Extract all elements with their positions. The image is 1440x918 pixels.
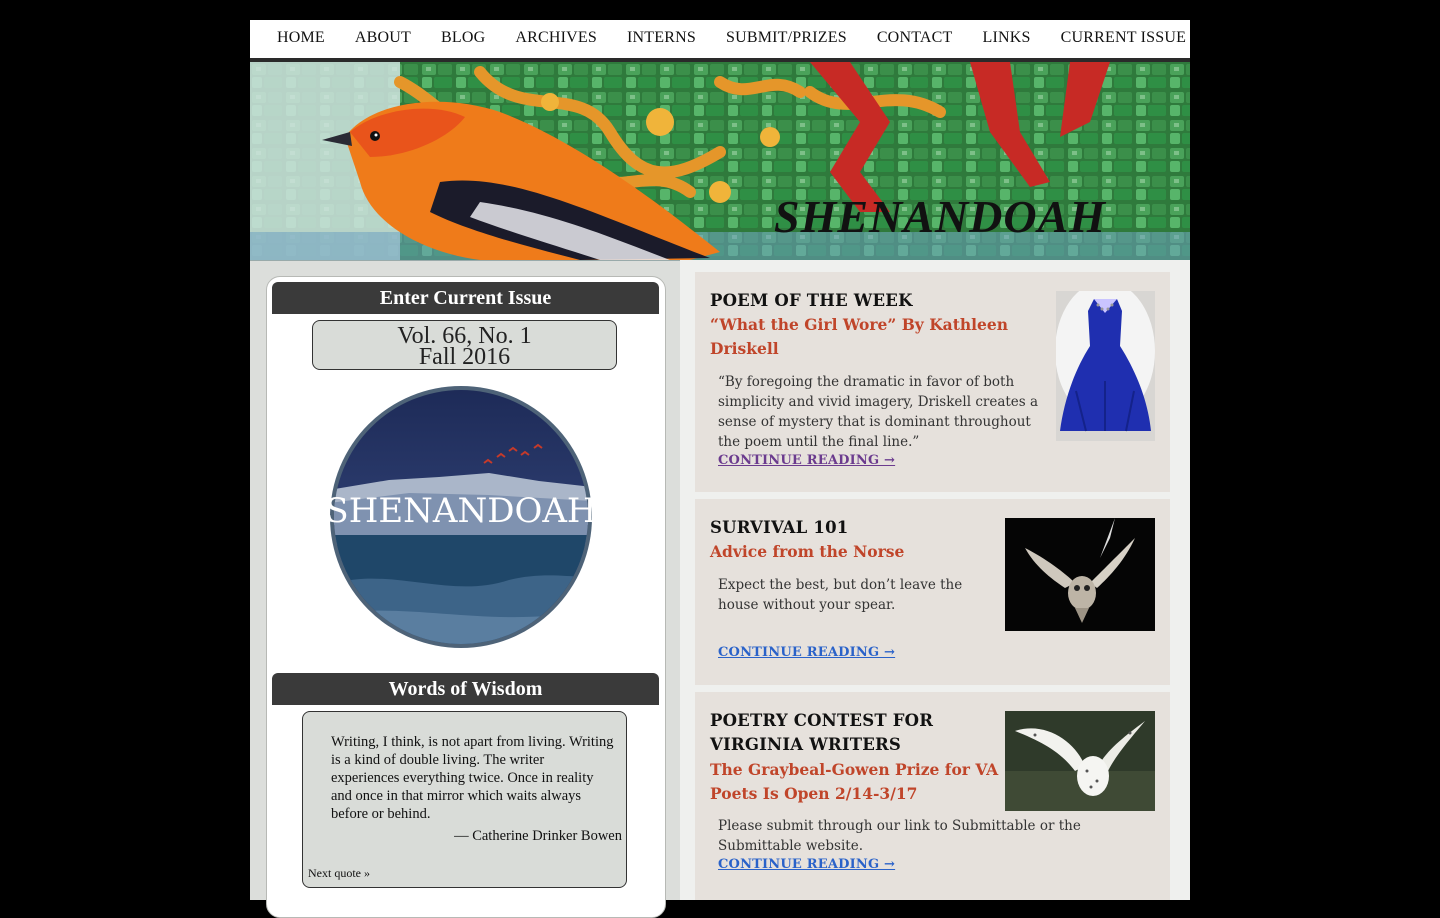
main-content: POEM OF THE WEEK “What the Girl Wore” By… — [680, 260, 1190, 900]
nav-item-submit-prizes[interactable]: SUBMIT/PRIZES — [726, 29, 847, 47]
current-issue-heading[interactable]: Enter Current Issue — [272, 282, 659, 314]
nav-item-links[interactable]: LINKS — [983, 29, 1031, 47]
issue-cover-logo[interactable]: SHENANDOAH — [325, 385, 597, 649]
card-body: Expect the best, but don’t leave the hou… — [718, 577, 963, 613]
top-navigation: HOME ABOUT BLOG ARCHIVES INTERNS SUBMIT/… — [250, 20, 1190, 62]
continue-reading-link[interactable]: CONTINUE READING → — [718, 857, 895, 872]
card-body: “By foregoing the dramatic in favor of b… — [718, 374, 1039, 450]
nav-item-blog[interactable]: BLOG — [441, 29, 485, 47]
card-survival-101: SURVIVAL 101 Advice from the Norse Expec… — [695, 499, 1170, 685]
owl-flying-image-icon — [1005, 518, 1155, 631]
left-sidebar: Enter Current Issue Vol. 66, No. 1 Fall … — [266, 276, 666, 918]
card-title: SURVIVAL 101 — [710, 518, 849, 537]
next-quote-link[interactable]: Next quote » — [308, 866, 370, 881]
card-poetry-contest: POETRY CONTEST FOR VIRGINIA WRITERS The … — [695, 692, 1170, 900]
card-poem-of-the-week: POEM OF THE WEEK “What the Girl Wore” By… — [695, 272, 1170, 492]
nav-item-archives[interactable]: ARCHIVES — [515, 29, 597, 47]
snowy-owl-image-icon — [1005, 711, 1155, 811]
current-issue-box[interactable]: Vol. 66, No. 1 Fall 2016 — [312, 320, 617, 370]
words-of-wisdom-heading: Words of Wisdom — [272, 673, 659, 705]
site-wrapper: HOME ABOUT BLOG ARCHIVES INTERNS SUBMIT/… — [250, 20, 1190, 918]
banner-title: SHENANDOAH — [774, 191, 1107, 242]
issue-season: Fall 2016 — [418, 344, 511, 370]
card-subtitle-link[interactable]: Advice from the Norse — [710, 540, 990, 564]
nav-item-contact[interactable]: CONTACT — [877, 29, 953, 47]
card-thumbnail-snowy-owl[interactable] — [1005, 711, 1155, 811]
nav-item-current-issue[interactable]: CURRENT ISSUE — [1061, 29, 1186, 47]
logo-wordmark: SHENANDOAH — [329, 491, 593, 531]
blue-dress-image-icon — [1056, 291, 1155, 441]
nav-item-interns[interactable]: INTERNS — [627, 29, 696, 47]
card-subtitle-link[interactable]: “What the Girl Wore” By Kathleen Driskel… — [710, 313, 1030, 361]
card-body: Please submit through our link to Submit… — [718, 818, 1081, 854]
quote-text: Writing, I think, is not apart from livi… — [331, 734, 614, 822]
card-subtitle-link[interactable]: The Graybeal-Gowen Prize for VA Poets Is… — [710, 758, 1000, 806]
card-thumbnail-dress[interactable] — [1056, 291, 1155, 441]
shenandoah-logo-icon: SHENANDOAH — [325, 386, 597, 648]
card-title: POETRY CONTEST FOR VIRGINIA WRITERS — [710, 711, 934, 754]
nav-item-home[interactable]: HOME — [277, 29, 325, 47]
card-title: POEM OF THE WEEK — [710, 291, 913, 310]
nav-item-about[interactable]: ABOUT — [355, 29, 411, 47]
continue-reading-link[interactable]: CONTINUE READING → — [718, 453, 895, 468]
quote-box: Writing, I think, is not apart from livi… — [302, 711, 627, 888]
quote-author: — Catherine Drinker Bowen — [454, 828, 622, 844]
header-banner[interactable]: SHENANDOAH — [250, 62, 1190, 261]
continue-reading-link[interactable]: CONTINUE READING → — [718, 645, 895, 660]
card-thumbnail-owl[interactable] — [1005, 518, 1155, 631]
